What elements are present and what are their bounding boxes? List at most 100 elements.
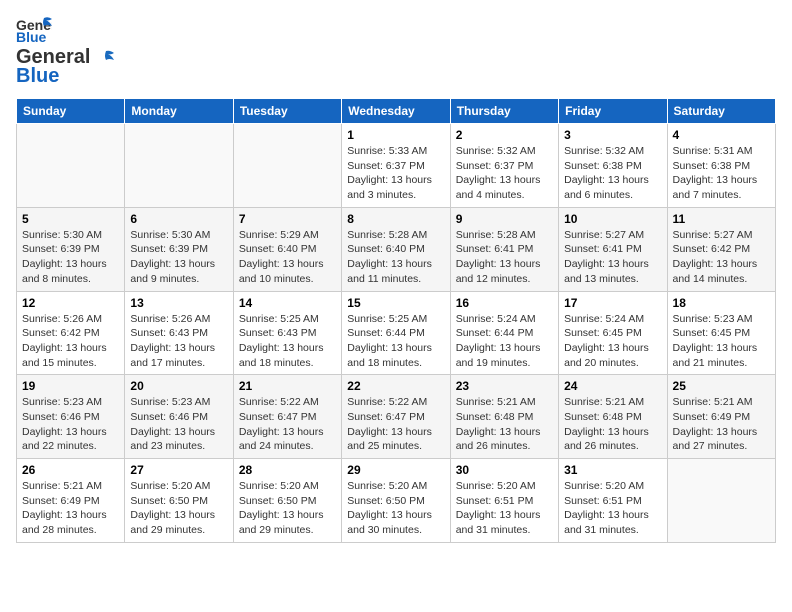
calendar-cell: 2Sunrise: 5:32 AMSunset: 6:37 PMDaylight… — [450, 124, 558, 208]
calendar-cell: 21Sunrise: 5:22 AMSunset: 6:47 PMDayligh… — [233, 375, 341, 459]
day-info: Sunrise: 5:20 AMSunset: 6:50 PMDaylight:… — [130, 479, 227, 538]
logo: General Blue General Blue — [16, 16, 114, 88]
day-info: Sunrise: 5:30 AMSunset: 6:39 PMDaylight:… — [22, 228, 119, 287]
day-number: 17 — [564, 296, 661, 310]
calendar-cell: 6Sunrise: 5:30 AMSunset: 6:39 PMDaylight… — [125, 207, 233, 291]
day-info: Sunrise: 5:28 AMSunset: 6:40 PMDaylight:… — [347, 228, 444, 287]
day-number: 10 — [564, 212, 661, 226]
day-number: 14 — [239, 296, 336, 310]
day-number: 1 — [347, 128, 444, 142]
day-info: Sunrise: 5:23 AMSunset: 6:45 PMDaylight:… — [673, 312, 770, 371]
calendar-cell: 13 Sunrise: 5:26 AMSunset: 6:43 PMDayligh… — [125, 291, 233, 375]
day-number: 2 — [456, 128, 553, 142]
day-info: Sunrise: 5:29 AMSunset: 6:40 PMDaylight:… — [239, 228, 336, 287]
calendar-cell: 23 Sunrise: 5:21 AMSunset: 6:48 PMDayligh… — [450, 375, 558, 459]
calendar-week-row: 1Sunrise: 5:33 AMSunset: 6:37 PMDaylight… — [17, 124, 776, 208]
calendar-cell — [125, 124, 233, 208]
column-header-monday: Monday — [125, 99, 233, 124]
calendar-cell: 15Sunrise: 5:25 AMSunset: 6:44 PMDayligh… — [342, 291, 450, 375]
calendar-cell: 17 Sunrise: 5:24 AMSunset: 6:45 PMDayligh… — [559, 291, 667, 375]
calendar-week-row: 5 Sunrise: 5:30 AMSunset: 6:39 PMDaylight… — [17, 207, 776, 291]
day-number: 15 — [347, 296, 444, 310]
day-info: Sunrise: 5:21 AMSunset: 6:49 PMDaylight:… — [673, 395, 770, 454]
day-number: 7 — [239, 212, 336, 226]
day-info: Sunrise: 5:27 AMSunset: 6:42 PMDaylight:… — [673, 228, 770, 287]
day-info: Sunrise: 5:26 AMSunset: 6:43 PMDaylight:… — [130, 312, 227, 371]
day-info: Sunrise: 5:21 AMSunset: 6:48 PMDaylight:… — [456, 395, 553, 454]
day-number: 29 — [347, 463, 444, 477]
day-number: 18 — [673, 296, 770, 310]
calendar-cell — [233, 124, 341, 208]
calendar-week-row: 12 Sunrise: 5:26 AMSunset: 6:42 PMDayligh… — [17, 291, 776, 375]
logo-icon: General Blue — [16, 16, 52, 44]
day-number: 3 — [564, 128, 661, 142]
calendar-cell: 14 Sunrise: 5:25 AMSunset: 6:43 PMDayligh… — [233, 291, 341, 375]
column-header-wednesday: Wednesday — [342, 99, 450, 124]
svg-text:Blue: Blue — [16, 29, 47, 44]
logo-blue: Blue — [16, 65, 59, 88]
day-info: Sunrise: 5:22 AMSunset: 6:47 PMDaylight:… — [347, 395, 444, 454]
day-number: 24 — [564, 379, 661, 393]
calendar-cell: 3 Sunrise: 5:32 AMSunset: 6:38 PMDaylight… — [559, 124, 667, 208]
day-info: Sunrise: 5:20 AMSunset: 6:51 PMDaylight:… — [456, 479, 553, 538]
day-info: Sunrise: 5:24 AMSunset: 6:45 PMDaylight:… — [564, 312, 661, 371]
calendar-cell: 19 Sunrise: 5:23 AMSunset: 6:46 PMDayligh… — [17, 375, 125, 459]
day-number: 8 — [347, 212, 444, 226]
calendar-cell: 31Sunrise: 5:20 AMSunset: 6:51 PMDayligh… — [559, 459, 667, 543]
calendar-cell: 29 Sunrise: 5:20 AMSunset: 6:50 PMDayligh… — [342, 459, 450, 543]
calendar-cell: 5 Sunrise: 5:30 AMSunset: 6:39 PMDaylight… — [17, 207, 125, 291]
calendar-cell: 24Sunrise: 5:21 AMSunset: 6:48 PMDayligh… — [559, 375, 667, 459]
day-number: 23 — [456, 379, 553, 393]
day-number: 19 — [22, 379, 119, 393]
day-number: 30 — [456, 463, 553, 477]
day-number: 6 — [130, 212, 227, 226]
day-number: 5 — [22, 212, 119, 226]
calendar-cell: 27 Sunrise: 5:20 AMSunset: 6:50 PMDayligh… — [125, 459, 233, 543]
day-info: Sunrise: 5:26 AMSunset: 6:42 PMDaylight:… — [22, 312, 119, 371]
calendar-cell: 26 Sunrise: 5:21 AMSunset: 6:49 PMDayligh… — [17, 459, 125, 543]
calendar-cell: 12 Sunrise: 5:26 AMSunset: 6:42 PMDayligh… — [17, 291, 125, 375]
calendar-cell — [17, 124, 125, 208]
calendar-cell — [667, 459, 775, 543]
day-info: Sunrise: 5:20 AMSunset: 6:50 PMDaylight:… — [347, 479, 444, 538]
calendar-week-row: 26 Sunrise: 5:21 AMSunset: 6:49 PMDayligh… — [17, 459, 776, 543]
day-number: 9 — [456, 212, 553, 226]
calendar-cell: 22Sunrise: 5:22 AMSunset: 6:47 PMDayligh… — [342, 375, 450, 459]
day-info: Sunrise: 5:24 AMSunset: 6:44 PMDaylight:… — [456, 312, 553, 371]
day-info: Sunrise: 5:28 AMSunset: 6:41 PMDaylight:… — [456, 228, 553, 287]
day-number: 20 — [130, 379, 227, 393]
day-info: Sunrise: 5:23 AMSunset: 6:46 PMDaylight:… — [130, 395, 227, 454]
day-number: 25 — [673, 379, 770, 393]
day-number: 27 — [130, 463, 227, 477]
day-number: 26 — [22, 463, 119, 477]
calendar-week-row: 19 Sunrise: 5:23 AMSunset: 6:46 PMDayligh… — [17, 375, 776, 459]
column-header-tuesday: Tuesday — [233, 99, 341, 124]
calendar-cell: 25 Sunrise: 5:21 AMSunset: 6:49 PMDayligh… — [667, 375, 775, 459]
column-header-saturday: Saturday — [667, 99, 775, 124]
calendar-cell: 16 Sunrise: 5:24 AMSunset: 6:44 PMDayligh… — [450, 291, 558, 375]
calendar-cell: 10 Sunrise: 5:27 AMSunset: 6:41 PMDayligh… — [559, 207, 667, 291]
day-number: 21 — [239, 379, 336, 393]
day-info: Sunrise: 5:25 AMSunset: 6:43 PMDaylight:… — [239, 312, 336, 371]
calendar-cell: 20 Sunrise: 5:23 AMSunset: 6:46 PMDayligh… — [125, 375, 233, 459]
column-header-sunday: Sunday — [17, 99, 125, 124]
calendar-table: SundayMondayTuesdayWednesdayThursdayFrid… — [16, 98, 776, 543]
day-number: 12 — [22, 296, 119, 310]
day-info: Sunrise: 5:20 AMSunset: 6:50 PMDaylight:… — [239, 479, 336, 538]
day-number: 16 — [456, 296, 553, 310]
day-number: 28 — [239, 463, 336, 477]
day-info: Sunrise: 5:21 AMSunset: 6:49 PMDaylight:… — [22, 479, 119, 538]
calendar-cell: 30 Sunrise: 5:20 AMSunset: 6:51 PMDayligh… — [450, 459, 558, 543]
column-header-thursday: Thursday — [450, 99, 558, 124]
day-info: Sunrise: 5:32 AMSunset: 6:38 PMDaylight:… — [564, 144, 661, 203]
day-number: 31 — [564, 463, 661, 477]
column-header-friday: Friday — [559, 99, 667, 124]
day-info: Sunrise: 5:27 AMSunset: 6:41 PMDaylight:… — [564, 228, 661, 287]
day-info: Sunrise: 5:23 AMSunset: 6:46 PMDaylight:… — [22, 395, 119, 454]
calendar-cell: 7 Sunrise: 5:29 AMSunset: 6:40 PMDaylight… — [233, 207, 341, 291]
calendar-cell: 8 Sunrise: 5:28 AMSunset: 6:40 PMDaylight… — [342, 207, 450, 291]
calendar-cell: 18 Sunrise: 5:23 AMSunset: 6:45 PMDayligh… — [667, 291, 775, 375]
calendar-cell: 11Sunrise: 5:27 AMSunset: 6:42 PMDayligh… — [667, 207, 775, 291]
calendar-cell: 9 Sunrise: 5:28 AMSunset: 6:41 PMDaylight… — [450, 207, 558, 291]
day-number: 13 — [130, 296, 227, 310]
